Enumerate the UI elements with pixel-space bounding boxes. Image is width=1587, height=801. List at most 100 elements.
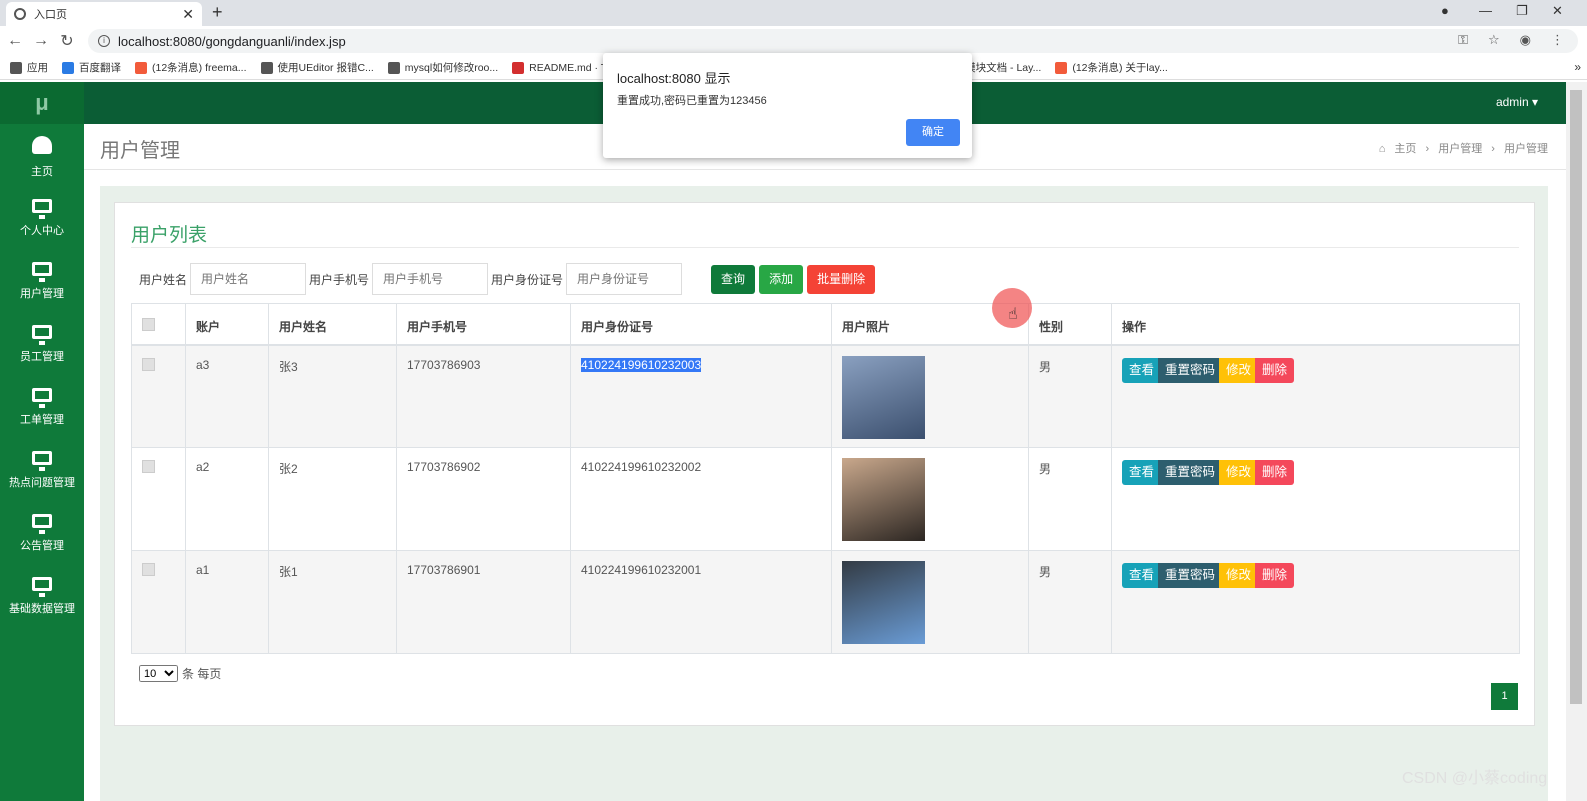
- photo-cell: [831, 447, 1029, 551]
- sidebar-item[interactable]: 员工管理: [0, 313, 84, 376]
- bookmark-favicon-icon: [512, 61, 525, 74]
- tab-title: 入口页: [34, 9, 67, 21]
- account-cell: a1: [185, 550, 269, 654]
- breadcrumb-user-mgmt[interactable]: 用户管理: [1438, 143, 1482, 155]
- bookmark-item[interactable]: 百度翻译: [62, 60, 121, 75]
- view-button[interactable]: 查看: [1122, 563, 1162, 588]
- dialog-title: localhost:8080 显示: [617, 71, 731, 86]
- sidebar-item[interactable]: 热点问题管理: [0, 439, 84, 502]
- name-cell: 张3: [268, 344, 397, 448]
- profile-menu-icon[interactable]: ●: [1441, 3, 1449, 18]
- browser-tab-bar: 入口页 ✕ + ● — ❐ ✕: [0, 0, 1587, 26]
- idcard-text: 410224199610232002: [581, 460, 702, 474]
- window-close-icon[interactable]: ✕: [1552, 3, 1563, 19]
- select-all-checkbox[interactable]: [142, 318, 155, 331]
- batch-delete-button[interactable]: 批量删除: [807, 264, 876, 294]
- app-logo[interactable]: μ: [0, 82, 84, 124]
- reset-password-button[interactable]: 重置密码: [1158, 460, 1223, 485]
- row-checkbox[interactable]: [142, 563, 155, 576]
- key-icon[interactable]: ⚿: [1458, 32, 1468, 48]
- edit-button[interactable]: 修改: [1219, 357, 1259, 383]
- alert-dialog: localhost:8080 显示 重置成功,密码已重置为123456 确定: [603, 53, 972, 158]
- column-header: 账户: [185, 303, 269, 346]
- sidebar-item[interactable]: 个人中心: [0, 187, 84, 250]
- sidebar-item[interactable]: 主页: [0, 124, 84, 187]
- account-cell: a3: [185, 344, 269, 448]
- browser-tab[interactable]: 入口页 ✕: [6, 2, 202, 26]
- view-button[interactable]: 查看: [1122, 357, 1162, 383]
- back-icon[interactable]: ←: [2, 32, 28, 50]
- sidebar-item[interactable]: 基础数据管理: [0, 565, 84, 628]
- bookmarks-more-icon[interactable]: »: [1574, 60, 1581, 74]
- edit-button[interactable]: 修改: [1219, 460, 1259, 485]
- sidebar-item-label: 公告管理: [20, 540, 64, 552]
- query-button[interactable]: 查询: [711, 264, 756, 294]
- hand-cursor-icon: ☝: [1008, 306, 1018, 323]
- name-search-input[interactable]: [190, 263, 307, 295]
- watermark: CSDN @小蔡coding: [1402, 770, 1548, 787]
- breadcrumb-current: 用户管理: [1504, 143, 1548, 155]
- sidebar-item[interactable]: 用户管理: [0, 250, 84, 313]
- account-cell: a2: [185, 447, 269, 551]
- page-size-suffix: 条 每页: [182, 667, 222, 681]
- sidebar-item[interactable]: 公告管理: [0, 502, 84, 565]
- phone-search-input[interactable]: [372, 263, 489, 295]
- more-menu-icon[interactable]: ⋮: [1551, 32, 1564, 48]
- new-tab-button[interactable]: +: [212, 2, 223, 23]
- divider: [131, 247, 1519, 248]
- bookmark-item[interactable]: 应用: [10, 60, 48, 75]
- column-header: 用户姓名: [268, 303, 397, 346]
- delete-button[interactable]: 删除: [1255, 563, 1295, 588]
- account-icon[interactable]: ◉: [1520, 32, 1531, 48]
- minimize-icon[interactable]: —: [1479, 3, 1492, 18]
- bookmark-item[interactable]: 使用UEditor 报错C...: [260, 60, 374, 75]
- bookmark-label: 使用UEditor 报错C...: [277, 62, 374, 74]
- bookmark-label: 百度翻译: [79, 62, 121, 74]
- forward-icon[interactable]: →: [28, 32, 54, 50]
- user-photo: [842, 561, 925, 644]
- select-cell: [131, 447, 186, 551]
- view-button[interactable]: 查看: [1122, 460, 1162, 485]
- reload-icon[interactable]: ↻: [54, 31, 80, 51]
- column-header: 性别: [1028, 303, 1112, 346]
- row-checkbox[interactable]: [142, 357, 155, 371]
- url-field[interactable]: i localhost:8080/gongdanguanli/index.jsp…: [88, 29, 1578, 53]
- bookmark-item[interactable]: (12条消息) 关于lay...: [1055, 60, 1168, 75]
- bookmark-item[interactable]: mysql如何修改roo...: [387, 60, 499, 75]
- bookmark-star-icon[interactable]: ☆: [1488, 32, 1500, 48]
- delete-button[interactable]: 删除: [1255, 357, 1295, 383]
- home-icon: ⌂: [1378, 143, 1386, 155]
- dialog-ok-button[interactable]: 确定: [906, 119, 960, 146]
- monitor-icon: [32, 388, 52, 408]
- user-photo: [842, 355, 925, 439]
- page-size-select[interactable]: 10: [139, 665, 178, 682]
- monitor-icon: [32, 577, 52, 597]
- breadcrumb-home[interactable]: 主页: [1394, 143, 1416, 155]
- breadcrumb-sep: ›: [1425, 143, 1430, 155]
- dialog-message: 重置成功,密码已重置为123456: [617, 95, 767, 107]
- bookmark-label: mysql如何修改roo...: [404, 62, 499, 74]
- user-menu[interactable]: admin ▾: [1496, 95, 1538, 109]
- scrollbar-thumb[interactable]: [1570, 90, 1582, 704]
- tab-close-icon[interactable]: ✕: [182, 6, 194, 23]
- reset-password-button[interactable]: 重置密码: [1158, 357, 1223, 383]
- bookmark-label: (12条消息) freema...: [152, 62, 247, 74]
- reset-password-button[interactable]: 重置密码: [1158, 563, 1223, 588]
- row-checkbox[interactable]: [142, 460, 155, 473]
- delete-button[interactable]: 删除: [1255, 460, 1295, 485]
- idcard-search-input[interactable]: [566, 263, 683, 295]
- sidebar-item[interactable]: 工单管理: [0, 376, 84, 439]
- restore-icon[interactable]: ❐: [1516, 3, 1528, 19]
- idcard-text: 410224199610232003: [581, 357, 702, 372]
- sidebar-item-label: 主页: [31, 166, 53, 178]
- page-button[interactable]: 1: [1491, 683, 1518, 710]
- site-info-icon[interactable]: i: [98, 35, 110, 47]
- edit-button[interactable]: 修改: [1219, 563, 1259, 588]
- url-text: localhost:8080/gongdanguanli/index.jsp: [118, 33, 346, 49]
- bookmark-item[interactable]: (12条消息) freema...: [135, 60, 247, 75]
- bookmark-item[interactable]: README.md · T: [512, 61, 607, 74]
- user-list-card: 用户列表 用户姓名 用户手机号 用户身份证号 查询 添加 批量删除 账户 用户姓…: [114, 202, 1535, 726]
- sidebar: μ 主页个人中心 用户管理 员工管理 工单管理 热点问题管理公告管理基础数据管理: [0, 82, 84, 801]
- bookmark-favicon-icon: [10, 61, 22, 74]
- add-button[interactable]: 添加: [759, 264, 804, 294]
